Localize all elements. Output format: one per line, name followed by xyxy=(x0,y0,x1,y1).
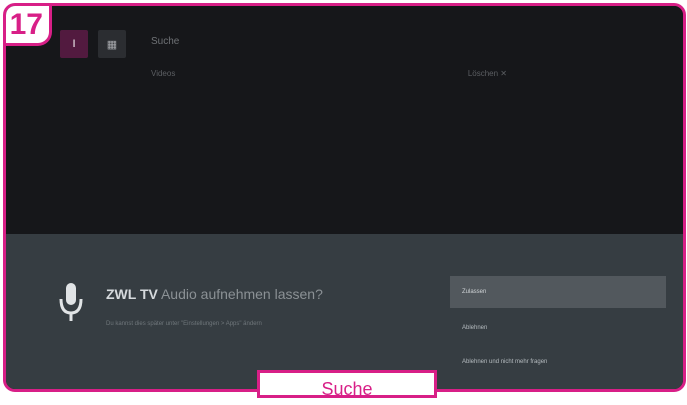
option-deny-dont-ask-label: Ablehnen und nicht mehr fragen xyxy=(462,359,548,365)
filter-button-primary-label: I xyxy=(72,38,76,50)
step-number-badge: 17 xyxy=(6,6,52,46)
microphone-icon xyxy=(59,283,83,321)
tv-search-screen: I ▦ Suche Videos Löschen ✕ xyxy=(6,6,683,234)
clear-link[interactable]: Löschen ✕ xyxy=(468,69,507,78)
dialog-title: ZWL TV Audio aufnehmen lassen? xyxy=(106,286,323,302)
results-label: Videos xyxy=(151,69,176,78)
option-allow[interactable]: Zulassen xyxy=(450,276,666,308)
option-deny[interactable]: Ablehnen xyxy=(450,312,666,344)
search-field-label[interactable]: Suche xyxy=(151,36,179,47)
dialog-app-name: ZWL TV xyxy=(106,286,158,302)
option-allow-label: Zulassen xyxy=(462,289,487,295)
dialog-description: Du kannst dies später unter "Einstellung… xyxy=(106,321,262,327)
option-deny-dont-ask[interactable]: Ablehnen und nicht mehr fragen xyxy=(450,346,666,378)
dialog-title-text: Audio aufnehmen lassen? xyxy=(160,286,323,302)
permission-dialog: ZWL TV Audio aufnehmen lassen? Du kannst… xyxy=(6,234,683,389)
option-deny-label: Ablehnen xyxy=(462,325,488,331)
grid-icon-button[interactable]: ▦ xyxy=(98,30,126,58)
filter-button-primary[interactable]: I xyxy=(60,30,88,58)
grid-icon: ▦ xyxy=(106,38,118,51)
caption-label: Suche xyxy=(257,370,437,399)
screenshot-frame: I ▦ Suche Videos Löschen ✕ ZWL TV Audio … xyxy=(3,3,686,392)
